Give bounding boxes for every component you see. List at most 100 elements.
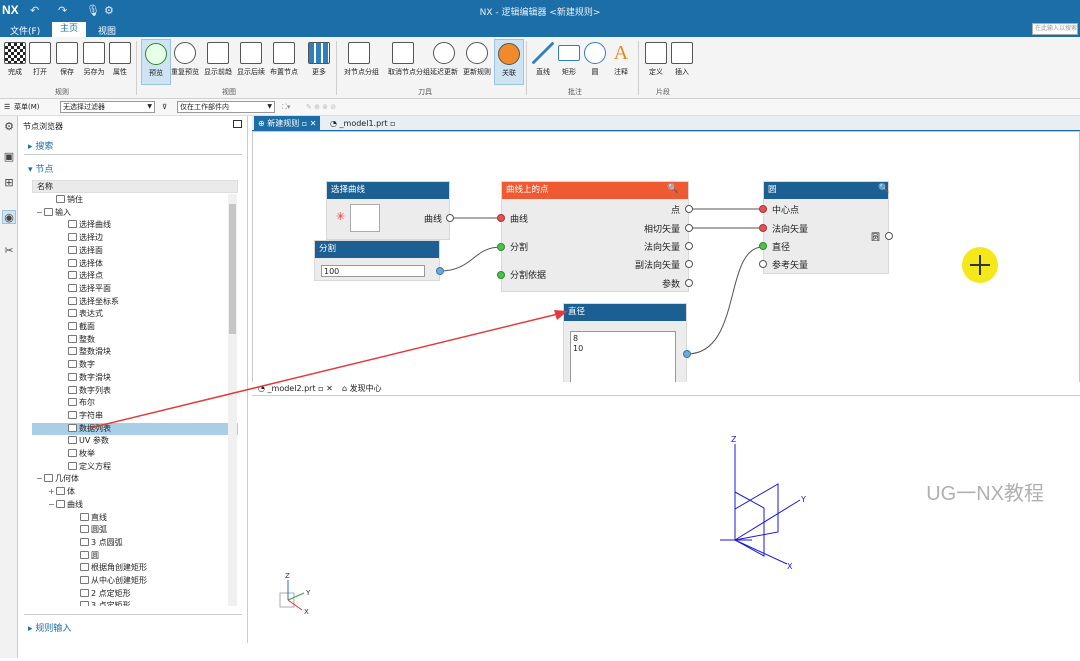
tree-item[interactable]: 2 点定矩形 bbox=[32, 588, 238, 601]
tree-item[interactable]: 数据列表 bbox=[32, 422, 238, 436]
tree-item[interactable]: − 曲线 bbox=[32, 499, 238, 512]
snap-icon[interactable]: ⛶▾ bbox=[282, 101, 290, 113]
tree-item[interactable]: 圆弧 bbox=[32, 524, 238, 537]
tree-item[interactable]: 字符串 bbox=[32, 410, 238, 423]
ungroup-nodes-button[interactable]: 取消节点分组 bbox=[388, 39, 430, 85]
tab-new-rule[interactable]: ⊕ 新建规则 ▫ ✕ bbox=[254, 116, 321, 131]
arrange-nodes-button[interactable]: 布置节点 bbox=[269, 39, 299, 85]
tree-item[interactable]: 截面 bbox=[32, 321, 238, 334]
tree-item[interactable]: 整数 bbox=[32, 334, 238, 347]
tab-discovery-center[interactable]: ⌂ 发现中心 bbox=[338, 382, 386, 396]
repeat-preview-button[interactable]: 重复预览 bbox=[170, 39, 200, 85]
filter-icon[interactable]: ⊽ bbox=[162, 101, 167, 113]
menu-icon[interactable]: ☰ bbox=[4, 101, 10, 113]
associate-button[interactable]: 关联 bbox=[494, 39, 524, 85]
scrollbar-thumb[interactable] bbox=[229, 204, 236, 334]
logic-canvas[interactable]: 选择曲线 ✳ 曲线 分割 100 曲线上的点 🔍 曲线 分割 分割依据 点 相切… bbox=[252, 131, 1080, 388]
selection-filter-select[interactable]: 无选择过滤器 ▼ bbox=[60, 101, 155, 113]
expand-toggle-icon[interactable]: − bbox=[36, 473, 44, 485]
tree-item[interactable]: 表达式 bbox=[32, 308, 238, 321]
tree-item[interactable]: 布尔 bbox=[32, 397, 238, 410]
rule-input-section-header[interactable]: ▸ 规则输入 bbox=[28, 621, 71, 634]
node-circle[interactable]: 圆 🔍 中心点 法向矢量 直径 参考矢量 圆 bbox=[763, 181, 889, 274]
nodes-section-header[interactable]: ▾ 节点 bbox=[28, 162, 53, 175]
delay-update-button[interactable]: 延迟更新 bbox=[429, 39, 459, 85]
group-nodes-button[interactable]: 对节点分组 bbox=[344, 39, 379, 85]
node-split[interactable]: 分割 100 bbox=[314, 240, 440, 281]
diameter-list-input[interactable]: 8 10 bbox=[570, 331, 676, 385]
port-in-split[interactable] bbox=[497, 243, 505, 251]
properties-button[interactable]: 属性 bbox=[105, 39, 135, 85]
port-out-circle[interactable] bbox=[885, 232, 893, 240]
tree-item[interactable]: 定义方程 bbox=[32, 461, 238, 474]
tree-item[interactable]: 选择坐标系 bbox=[32, 296, 238, 309]
port-in-split-by[interactable] bbox=[497, 271, 505, 279]
show-predecessors-button[interactable]: 显示前趋 bbox=[203, 39, 233, 85]
preview-button[interactable]: 预览 bbox=[141, 39, 171, 85]
more-button[interactable]: 更多 bbox=[304, 39, 334, 85]
split-value-input[interactable]: 100 bbox=[321, 265, 425, 277]
assembly-navigator-icon[interactable]: ⊞ bbox=[2, 176, 16, 190]
node-select-curve[interactable]: 选择曲线 ✳ 曲线 bbox=[326, 181, 450, 240]
update-rule-button[interactable]: 更新规则 bbox=[462, 39, 492, 85]
port-out-parameter[interactable] bbox=[685, 279, 693, 287]
expand-toggle-icon[interactable]: + bbox=[48, 486, 56, 498]
tree-item[interactable]: 选择体 bbox=[32, 258, 238, 271]
node-search-icon[interactable]: 🔍 bbox=[667, 184, 678, 194]
tree-item[interactable]: 数字 bbox=[32, 359, 238, 372]
search-section-header[interactable]: ▸ 搜索 bbox=[28, 139, 53, 152]
node-point-on-curve[interactable]: 曲线上的点 🔍 曲线 分割 分割依据 点 相切矢量 法向矢量 副法向矢量 参数 bbox=[501, 181, 689, 292]
menu-file[interactable]: 文件(F) bbox=[10, 24, 40, 37]
menu-home[interactable]: 主页 bbox=[52, 22, 87, 37]
node-browser-icon[interactable]: ◉ bbox=[2, 210, 16, 224]
menu-dropdown[interactable]: 菜单(M) bbox=[14, 101, 40, 113]
node-diameter[interactable]: 直径 8 10 bbox=[563, 303, 687, 388]
graphics-viewport[interactable]: Z Y X Z Y X bbox=[252, 396, 1080, 658]
annotation-button[interactable]: A 注释 bbox=[606, 39, 636, 85]
tree-item[interactable]: 选择曲线 bbox=[32, 219, 238, 232]
show-successors-button[interactable]: 显示后续 bbox=[236, 39, 266, 85]
tree-item[interactable]: 销住 bbox=[32, 194, 238, 207]
tree-item[interactable]: 3 点圆弧 bbox=[32, 537, 238, 550]
microphone-icon[interactable]: 🎙 bbox=[86, 4, 100, 17]
search-input[interactable]: 在此输入以搜索 bbox=[1032, 23, 1078, 35]
port-in-ref-vector[interactable] bbox=[759, 260, 767, 268]
tree-item[interactable]: 数字滑块 bbox=[32, 372, 238, 385]
expand-toggle-icon[interactable]: − bbox=[36, 207, 44, 219]
port-out-curve[interactable] bbox=[446, 214, 454, 222]
selection-scope-select[interactable]: 仅在工作部件内 ▼ bbox=[177, 101, 275, 113]
tree-item[interactable]: 整数滑块 bbox=[32, 346, 238, 359]
tree-item[interactable]: − 输入 bbox=[32, 207, 238, 220]
tree-item[interactable]: 圆 bbox=[32, 550, 238, 563]
port-out-point[interactable] bbox=[685, 205, 693, 213]
tree-item[interactable]: 直线 bbox=[32, 512, 238, 525]
port-in-center[interactable] bbox=[759, 205, 767, 213]
port-out-split[interactable] bbox=[436, 267, 444, 275]
tools-icon[interactable]: ✂ bbox=[2, 244, 16, 258]
redo-icon[interactable]: ↷ bbox=[58, 4, 67, 17]
tab-model2[interactable]: ◔ _model2.prt ▫ ✕ bbox=[254, 382, 337, 396]
tab-model1[interactable]: ◔ _model1.prt ▫ bbox=[326, 116, 400, 131]
save-button[interactable]: 保存 bbox=[52, 39, 82, 85]
tree-scrollbar[interactable] bbox=[228, 194, 237, 606]
tree-item[interactable]: UV 参数 bbox=[32, 435, 238, 448]
port-in-diameter[interactable] bbox=[759, 242, 767, 250]
part-navigator-icon[interactable]: ▣ bbox=[2, 150, 16, 164]
tree-item[interactable]: + 体 bbox=[32, 486, 238, 499]
tree-item[interactable]: 选择点 bbox=[32, 270, 238, 283]
customize-icon[interactable]: ⚙ bbox=[104, 4, 114, 17]
node-search-icon[interactable]: 🔍 bbox=[878, 184, 889, 194]
maximize-icon[interactable] bbox=[233, 120, 242, 128]
tree-column-header[interactable]: 名称 bbox=[32, 180, 238, 193]
expand-toggle-icon[interactable]: − bbox=[48, 499, 56, 511]
tree-item[interactable]: 3 点定矩形 bbox=[32, 600, 238, 606]
insert-button[interactable]: 插入 bbox=[667, 39, 697, 85]
tree-item[interactable]: 数字列表 bbox=[32, 385, 238, 398]
open-button[interactable]: 打开 bbox=[25, 39, 55, 85]
port-in-normal[interactable] bbox=[759, 224, 767, 232]
gear-icon[interactable]: ⚙ bbox=[2, 120, 16, 134]
menu-view[interactable]: 视图 bbox=[98, 24, 116, 37]
undo-icon[interactable]: ↶ bbox=[30, 4, 39, 17]
port-in-curve[interactable] bbox=[497, 214, 505, 222]
port-out-normal[interactable] bbox=[685, 242, 693, 250]
